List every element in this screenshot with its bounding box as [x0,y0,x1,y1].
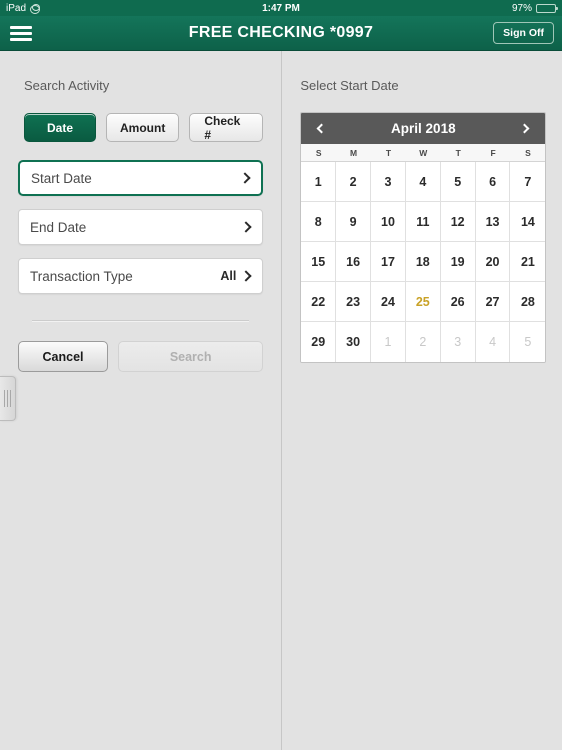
status-bar-right: 97% [511,2,558,14]
calendar-day[interactable]: 26 [440,282,476,322]
chevron-left-icon[interactable] [312,121,328,137]
calendar-day[interactable]: 2 [336,162,372,202]
weekday-label: S [525,148,531,158]
calendar-day-grid: 1 2 3 4 5 6 7 8 9 10 11 12 13 14 15 16 17 18 19 20 21 22 23 24 2… [301,162,546,362]
hamburger-line [10,37,32,41]
search-type-segmented-control: Date Amount Check # [18,113,264,142]
weekday-label: M [350,148,358,158]
calendar-day-adjacent-month[interactable]: 5 [510,322,546,362]
weekday-label: W [419,148,428,158]
chevron-left-glyph [316,123,327,134]
cancel-button[interactable]: Cancel [18,341,108,372]
chevron-right-icon [240,221,252,233]
ipad-app-screen: iPad 1:47 PM 97% FREE CHECKING *0997 Sig… [0,0,562,750]
calendar-day-adjacent-month[interactable]: 1 [371,322,406,362]
calendar-day[interactable]: 21 [510,242,546,282]
page-title: FREE CHECKING *0997 [188,24,374,41]
calendar-day[interactable]: 27 [475,282,511,322]
calendar-header: April 2018 [301,113,546,144]
grip-line [4,390,5,407]
calendar-day[interactable]: 4 [405,162,441,202]
chevron-right-icon [240,270,252,282]
search-activity-heading: Search Activity [24,78,110,93]
hamburger-menu-icon[interactable] [8,22,34,44]
calendar-day[interactable]: 8 [301,202,337,242]
calendar-day-adjacent-month[interactable]: 2 [405,322,441,362]
select-start-date-heading: Select Start Date [300,78,399,93]
calendar-day[interactable]: 12 [440,202,476,242]
transaction-type-value: All [220,269,237,283]
weekday-label: T [455,148,461,158]
chevron-right-glyph [519,123,530,134]
search-type-check-number-button[interactable]: Check # [189,113,264,142]
status-bar: iPad 1:47 PM 97% [0,0,562,16]
calendar-day[interactable]: 18 [405,242,441,282]
search-fields: Start Date End Date Transaction Type All [18,160,264,294]
calendar-day[interactable]: 10 [371,202,406,242]
status-bar-time: 1:47 PM [262,2,300,14]
hamburger-line [10,25,32,29]
transaction-type-label: Transaction Type [30,268,133,284]
hamburger-line [10,31,32,35]
calendar-day-selected[interactable]: 25 [405,282,441,322]
panel-resize-handle[interactable] [0,376,16,421]
calendar-day[interactable]: 7 [510,162,546,202]
calendar-day[interactable]: 28 [510,282,546,322]
calendar-month-title: April 2018 [391,121,456,136]
transaction-type-field[interactable]: Transaction Type All [18,258,264,294]
calendar-day[interactable]: 13 [475,202,511,242]
weekday-label: F [490,148,496,158]
start-date-field[interactable]: Start Date [18,160,264,196]
calendar-day[interactable]: 20 [475,242,511,282]
weekday-label: T [385,148,392,158]
calendar-day[interactable]: 9 [336,202,372,242]
end-date-label: End Date [30,219,87,235]
calendar-day[interactable]: 15 [301,242,337,282]
grip-line [7,390,8,407]
calendar-day-adjacent-month[interactable]: 3 [440,322,476,362]
calendar-day[interactable]: 24 [371,282,406,322]
calendar-day[interactable]: 19 [440,242,476,282]
calendar-day-adjacent-month[interactable]: 4 [475,322,511,362]
chevron-right-icon[interactable] [518,121,534,137]
content-area: Search Activity Date Amount Check # Star… [0,51,562,750]
navigation-bar: FREE CHECKING *0997 Sign Off [0,16,562,51]
calendar-widget: April 2018 S M T W T F S 1 2 3 4 5 6 7 8 9 10 11 12… [300,112,547,363]
date-picker-panel: Select Start Date April 2018 S M T W T F… [282,51,562,750]
start-date-label: Start Date [31,170,92,186]
grip-line [10,390,11,407]
device-name: iPad [6,2,27,14]
search-type-date-button[interactable]: Date [24,113,96,142]
battery-icon [536,3,558,13]
calendar-day[interactable]: 30 [336,322,372,362]
calendar-day[interactable]: 11 [405,202,441,242]
calendar-day[interactable]: 6 [475,162,511,202]
rotation-lock-icon [30,3,41,14]
search-activity-panel: Search Activity Date Amount Check # Star… [0,51,283,750]
calendar-day[interactable]: 29 [301,322,337,362]
search-type-amount-button[interactable]: Amount [106,113,180,142]
status-bar-left: iPad [6,2,41,14]
calendar-weekday-row: S M T W T F S [301,144,546,162]
calendar-day[interactable]: 16 [336,242,372,282]
calendar-day[interactable]: 3 [371,162,406,202]
calendar-day[interactable]: 5 [440,162,476,202]
calendar-day[interactable]: 14 [510,202,546,242]
form-actions: Cancel Search [18,341,264,372]
calendar-day[interactable]: 1 [301,162,337,202]
search-button[interactable]: Search [118,341,264,372]
calendar-day[interactable]: 17 [371,242,406,282]
sign-off-button[interactable]: Sign Off [493,22,554,44]
section-divider [32,320,250,321]
weekday-label: S [315,148,322,158]
calendar-day[interactable]: 23 [336,282,372,322]
chevron-right-icon [239,172,251,184]
battery-percent-label: 97% [511,2,532,14]
calendar-day[interactable]: 22 [301,282,337,322]
end-date-field[interactable]: End Date [18,209,264,245]
